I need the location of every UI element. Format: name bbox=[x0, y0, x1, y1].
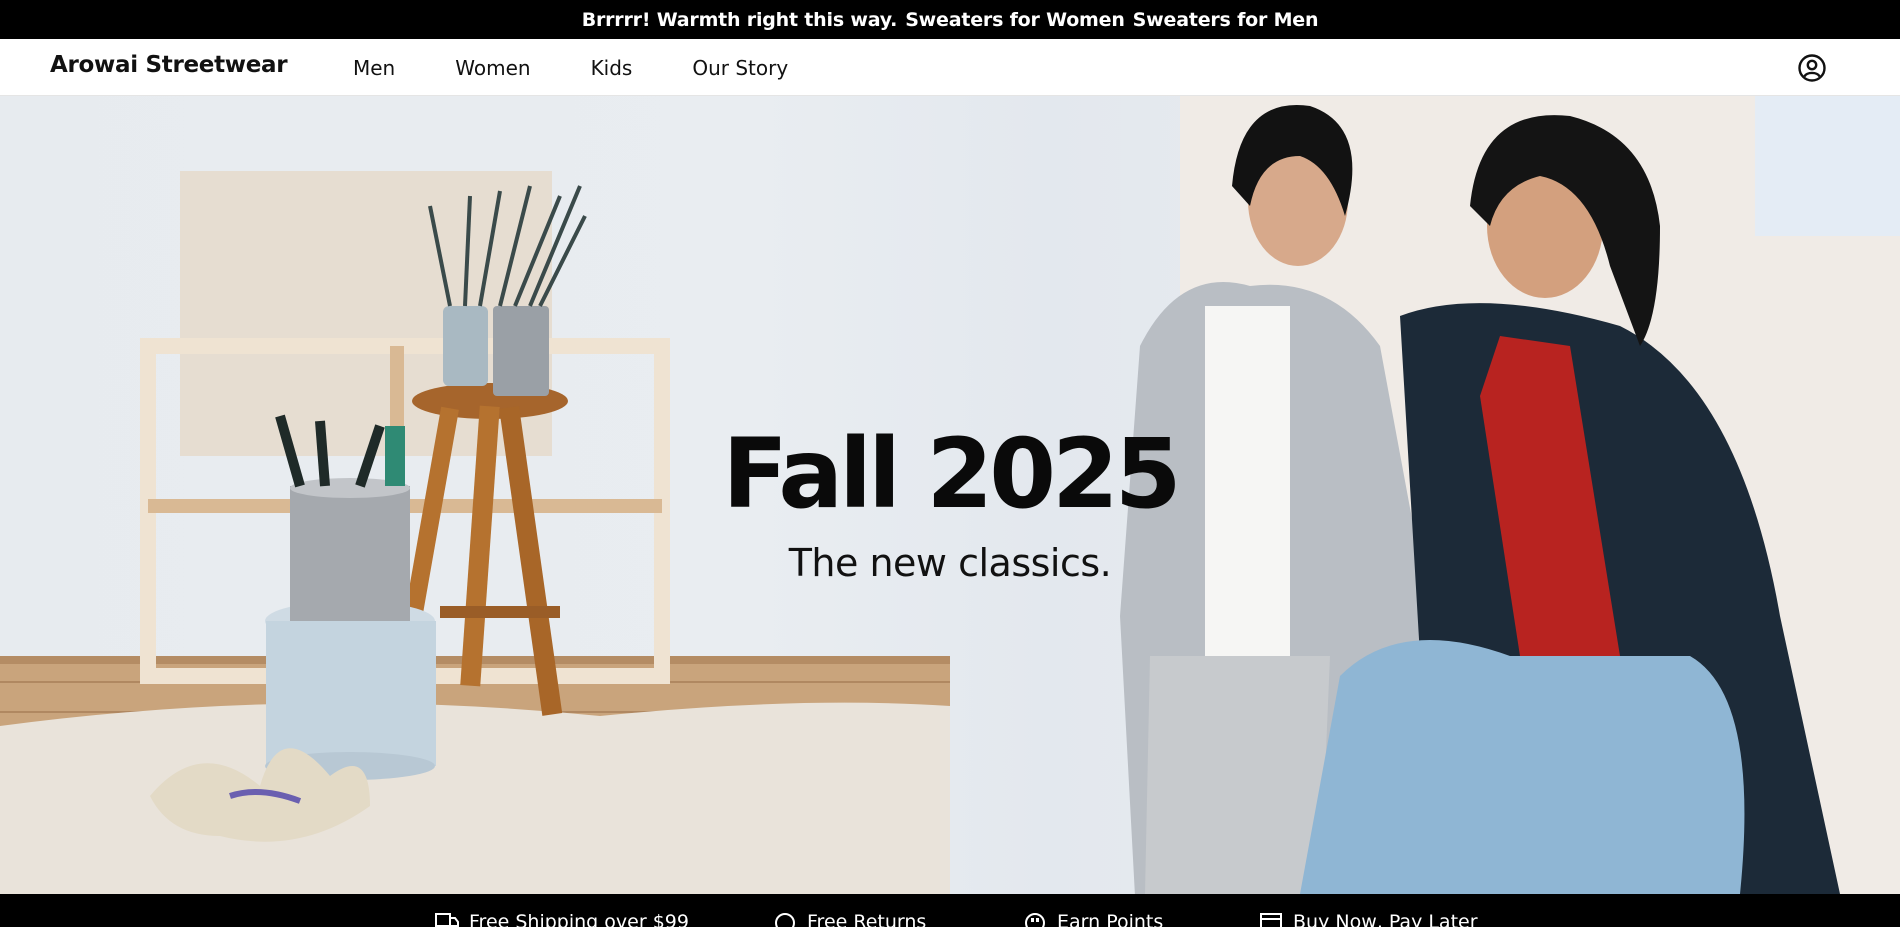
card-icon bbox=[1260, 913, 1282, 927]
hero-banner[interactable]: Fall 2025 The new classics. bbox=[0, 96, 1900, 894]
nav-link-women[interactable]: Women bbox=[455, 56, 530, 80]
brand-logo[interactable]: Arowai Streetwear bbox=[50, 52, 288, 78]
promo-link-sweaters-men[interactable]: Sweaters for Men bbox=[1133, 9, 1319, 31]
hero-title: Fall 2025 bbox=[722, 418, 1181, 530]
nav-link-men[interactable]: Men bbox=[353, 56, 395, 80]
perk-label: Buy Now, Pay Later bbox=[1293, 911, 1478, 927]
perks-bar: Free Shipping over $99 Free Returns Earn… bbox=[0, 894, 1900, 927]
promo-bar: Brrrrr! Warmth right this way. Sweaters … bbox=[0, 0, 1900, 39]
hero-subtitle: The new classics. bbox=[788, 541, 1112, 585]
perk-buy-now-pay-later[interactable]: Buy Now, Pay Later bbox=[1259, 911, 1478, 927]
truck-icon bbox=[435, 913, 459, 927]
points-icon bbox=[1025, 913, 1045, 927]
returns-icon bbox=[775, 913, 795, 927]
nav-link-kids[interactable]: Kids bbox=[591, 56, 633, 80]
perk-label: Free Returns bbox=[807, 911, 927, 927]
perk-free-returns[interactable]: Free Returns bbox=[773, 911, 926, 927]
perk-label: Earn Points bbox=[1057, 911, 1164, 927]
main-nav: Men Women Kids Our Story bbox=[353, 39, 848, 96]
promo-link-sweaters-women[interactable]: Sweaters for Women bbox=[905, 9, 1125, 31]
perk-earn-points[interactable]: Earn Points bbox=[1023, 911, 1163, 927]
perk-free-shipping[interactable]: Free Shipping over $99 bbox=[435, 911, 689, 927]
nav-link-our-story[interactable]: Our Story bbox=[692, 56, 788, 80]
perk-label: Free Shipping over $99 bbox=[469, 911, 689, 927]
user-circle-icon[interactable] bbox=[1797, 53, 1827, 83]
promo-message: Brrrrr! Warmth right this way. bbox=[581, 8, 898, 31]
site-header: Arowai Streetwear Men Women Kids Our Sto… bbox=[0, 39, 1900, 96]
